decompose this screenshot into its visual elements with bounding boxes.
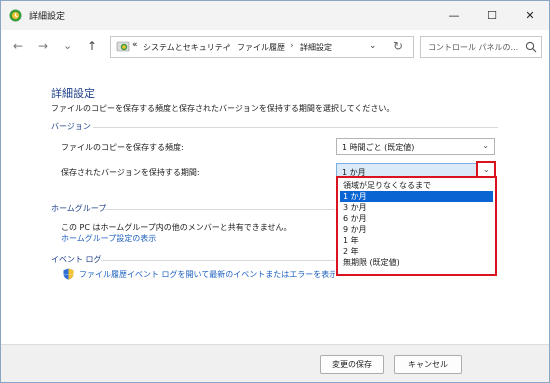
dropdown-option[interactable]: 領域が足りなくなるまで — [340, 180, 493, 191]
save-changes-button[interactable]: 変更の保存 — [320, 355, 384, 374]
chevron-down-icon: ⌄ — [482, 141, 489, 150]
footer-bar: 変更の保存 キャンセル — [1, 344, 549, 382]
cancel-button[interactable]: キャンセル — [394, 355, 462, 374]
back-button[interactable]: ← — [13, 39, 23, 53]
breadcrumb-file-history[interactable]: ファイル履歴 — [237, 42, 285, 53]
breadcrumb-advanced-settings[interactable]: 詳細設定 — [300, 42, 336, 53]
section-divider — [105, 209, 335, 210]
page-description: ファイルのコピーを保存する頻度と保存されたバージョンを保持する期間を選択してくだ… — [51, 104, 395, 113]
maximize-button[interactable]: ☐ — [473, 1, 511, 30]
address-overflow-icon[interactable]: « — [132, 40, 138, 50]
dropdown-option[interactable]: 2 年 — [340, 246, 493, 257]
section-versions-title: バージョン — [51, 122, 91, 131]
refresh-button[interactable]: ↻ — [393, 39, 403, 53]
recent-locations-button[interactable]: ⌄ — [63, 39, 72, 53]
homegroup-settings-link[interactable]: ホームグループ設定の表示 — [61, 233, 156, 244]
section-divider — [101, 260, 335, 261]
dropdown-option[interactable]: 無期限 (既定値) — [340, 257, 493, 268]
breadcrumb-separator: › — [227, 41, 231, 51]
control-panel-icon — [116, 41, 130, 52]
breadcrumb-system-security[interactable]: システムとセキュリティ — [143, 42, 230, 53]
retention-dropdown-list: 領域が足りなくなるまで 1 か月 3 か月 6 か月 9 か月 1 年 2 年 … — [336, 176, 497, 276]
file-history-icon — [9, 9, 22, 22]
section-eventlog-title: イベント ログ — [51, 255, 102, 264]
search-icon[interactable] — [525, 41, 537, 53]
retention-label: 保存されたバージョンを保持する期間: — [61, 168, 200, 177]
search-box[interactable]: コントロール パネルの... — [420, 36, 542, 58]
section-homegroup-title: ホームグループ — [51, 204, 107, 213]
frequency-select-value: 1 時間ごと (既定値) — [342, 143, 415, 152]
event-log-link[interactable]: ファイル履歴イベント ログを開いて最新のイベントまたはエラーを表示する — [79, 269, 335, 280]
shield-icon — [63, 268, 74, 280]
dropdown-option[interactable]: 1 年 — [340, 235, 493, 246]
forward-button[interactable]: → — [38, 39, 48, 53]
up-button[interactable]: ↑ — [87, 39, 97, 53]
chevron-down-icon: ⌄ — [483, 165, 490, 174]
homegroup-text: この PC はホームグループ内の他のメンバーと共有できません。 — [61, 223, 292, 232]
navigation-bar: ← → ⌄ ↑ « システムとセキュリティ › ファイル履歴 › 詳細設定 ⌄ … — [1, 30, 549, 63]
dropdown-option-selected[interactable]: 1 か月 — [340, 191, 493, 202]
frequency-label: ファイルのコピーを保存する頻度: — [61, 143, 184, 152]
address-dropdown-button[interactable]: ⌄ — [369, 41, 377, 51]
section-divider — [93, 127, 498, 128]
dropdown-option[interactable]: 9 か月 — [340, 224, 493, 235]
search-input[interactable]: コントロール パネルの... — [428, 42, 518, 53]
page-title: 詳細設定 — [51, 87, 95, 100]
frequency-select[interactable]: 1 時間ごと (既定値) ⌄ — [336, 138, 495, 155]
title-bar: 詳細設定 — ☐ ✕ — [1, 1, 549, 30]
address-bar[interactable]: « システムとセキュリティ › ファイル履歴 › 詳細設定 ⌄ ↻ — [110, 36, 414, 58]
dropdown-option[interactable]: 6 か月 — [340, 213, 493, 224]
window-title: 詳細設定 — [29, 12, 66, 22]
advanced-settings-window: 詳細設定 — ☐ ✕ ← → ⌄ ↑ « システムとセキュリティ › ファイル履… — [0, 0, 550, 383]
dropdown-option[interactable]: 3 か月 — [340, 202, 493, 213]
minimize-button[interactable]: — — [435, 1, 473, 30]
breadcrumb-separator: › — [290, 41, 294, 51]
close-button[interactable]: ✕ — [511, 1, 549, 30]
